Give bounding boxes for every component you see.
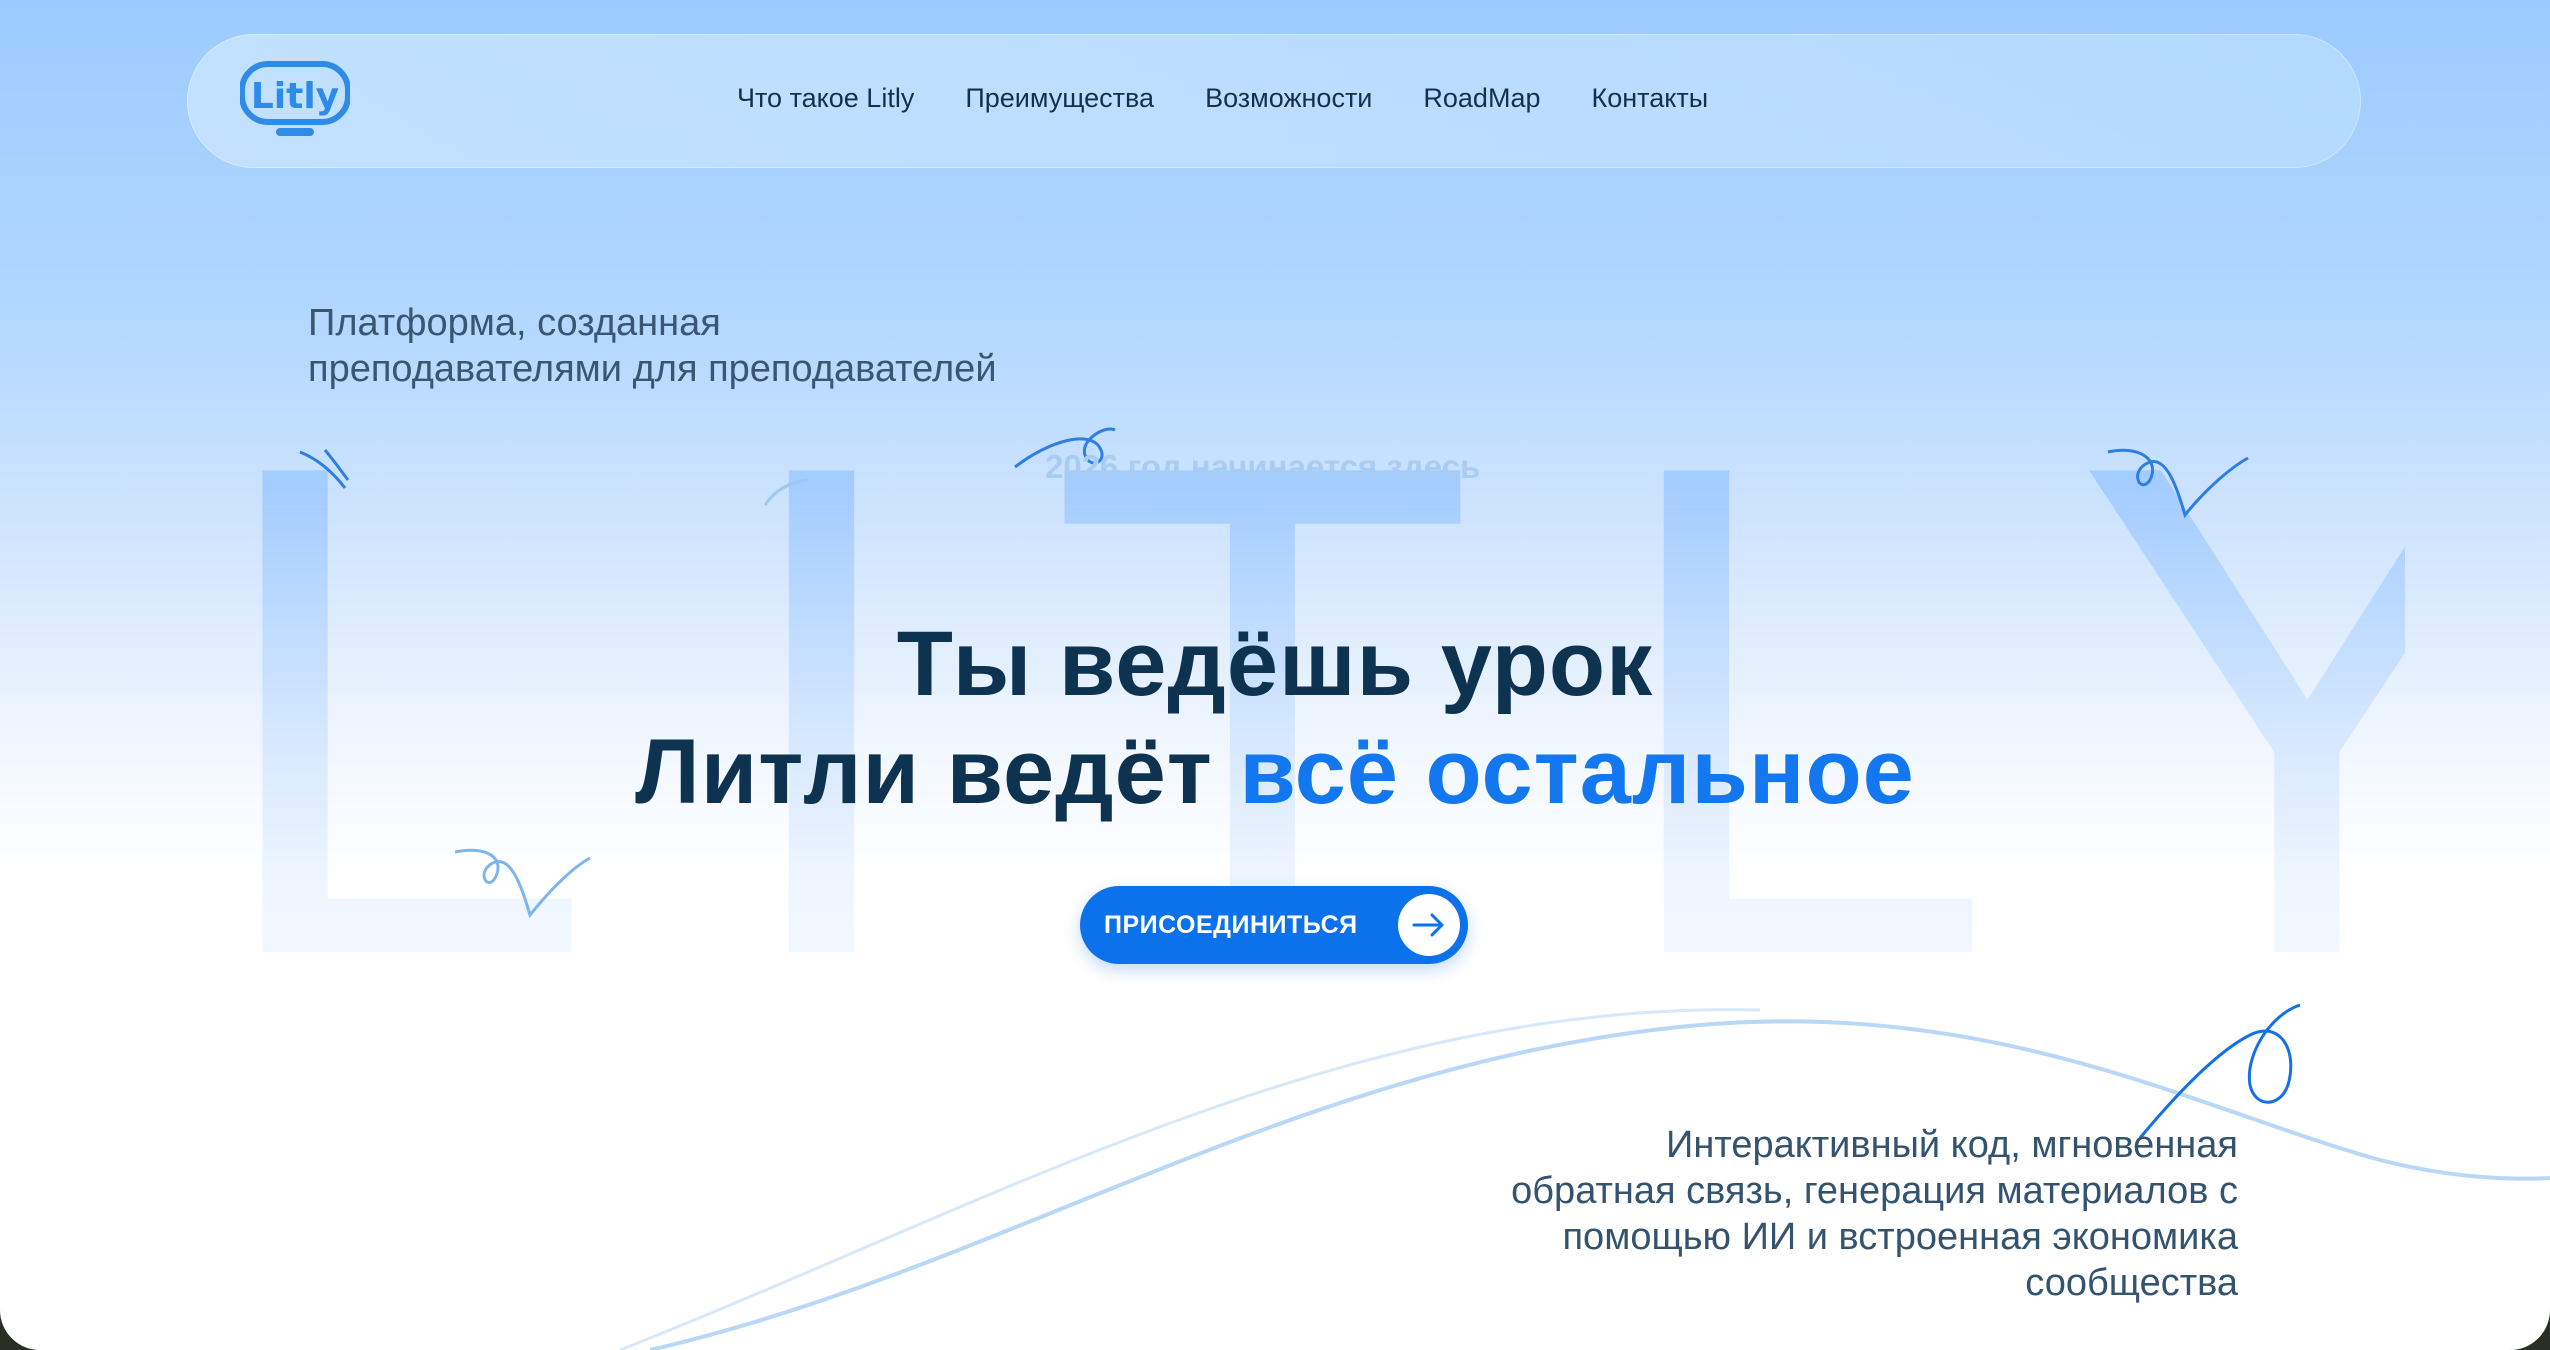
join-button-label: ПРИСОЕДИНИТЬСЯ xyxy=(1104,911,1358,939)
litly-logo[interactable]: Litly xyxy=(240,60,350,142)
nav-link-roadmap[interactable]: RoadMap xyxy=(1423,83,1540,114)
landing-page: LITLY Litly Что такое Litly Преимущества… xyxy=(0,0,2550,1350)
nav-link-what-is-litly[interactable]: Что такое Litly xyxy=(737,83,914,114)
tagline-line-2: преподавателями для преподавателей xyxy=(308,348,997,390)
nav-link-advantages[interactable]: Преимущества xyxy=(965,83,1154,114)
description-line-1: Интерактивный код, мгновенная xyxy=(1666,1124,2238,1166)
join-button-circle xyxy=(1398,894,1460,956)
description-line-4: сообщества xyxy=(2025,1262,2238,1304)
hero-title-line-2: Литли ведёт всё остальное xyxy=(0,718,2550,826)
hero-tagline: Платформа, созданная преподавателями для… xyxy=(308,300,1208,392)
nav-link-contacts[interactable]: Контакты xyxy=(1591,83,1708,114)
nav-menu: Что такое Litly Преимущества Возможности… xyxy=(737,83,1708,114)
logo-text: Litly xyxy=(251,76,339,117)
hero-title-line-1: Ты ведёшь урок xyxy=(896,613,1654,715)
hero-title-accent: всё остальное xyxy=(1239,721,1915,823)
join-button[interactable]: ПРИСОЕДИНИТЬСЯ xyxy=(1080,886,1468,964)
description-line-2: обратная связь, генерация материалов с xyxy=(1511,1170,2238,1212)
year-note: 2026 год начинается здесь xyxy=(1045,448,1481,485)
nav-link-features[interactable]: Возможности xyxy=(1205,83,1372,114)
arrow-right-icon xyxy=(1412,913,1444,937)
hero-title: Ты ведёшь урок Литли ведёт всё остальное xyxy=(0,610,2550,826)
hero-title-prefix: Литли ведёт xyxy=(635,721,1240,823)
description-line-3: помощью ИИ и встроенная экономика xyxy=(1562,1216,2238,1258)
tagline-line-1: Платформа, созданная xyxy=(308,302,721,344)
hero-description: Интерактивный код, мгновенная обратная с… xyxy=(1338,1122,2238,1306)
